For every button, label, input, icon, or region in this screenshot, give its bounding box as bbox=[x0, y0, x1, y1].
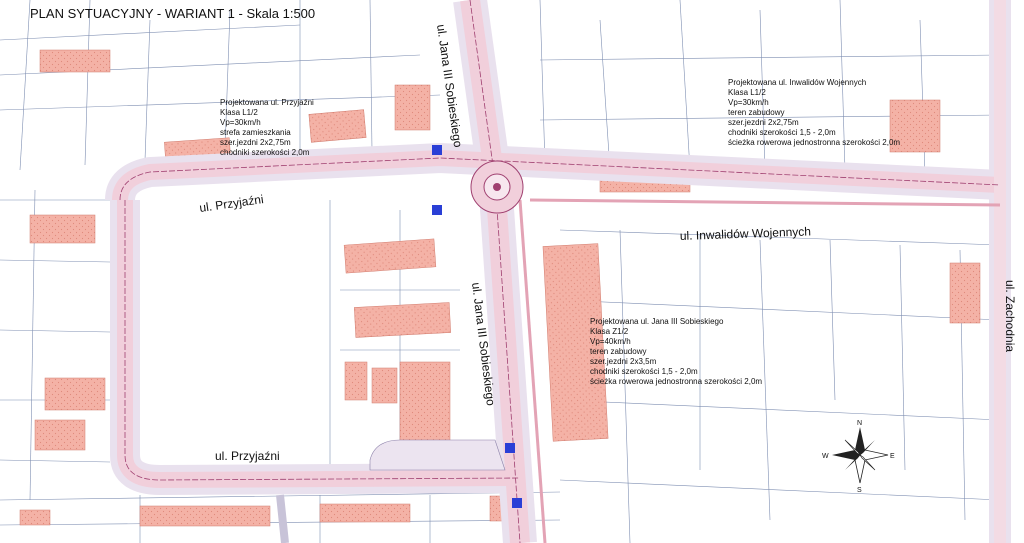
street-label-przyjazni-lower: ul. Przyjaźni bbox=[215, 449, 280, 463]
note-line: Klasa L1/2 bbox=[220, 108, 258, 117]
note-line: Vp=30km/h bbox=[220, 118, 261, 127]
note-line: ścieżka rowerowa jednostronna szerokości… bbox=[728, 138, 900, 147]
road-sign bbox=[432, 205, 442, 215]
note-line: Klasa Z1/2 bbox=[590, 327, 629, 336]
note-line: teren zabudowy bbox=[590, 347, 646, 356]
street-label-przyjazni-upper: ul. Przyjaźni bbox=[198, 192, 264, 215]
note-line: szer.jezdni 2x2,75m bbox=[220, 138, 291, 147]
street-label-zachodnia: ul. Zachodnia bbox=[1003, 280, 1017, 352]
note-line: chodniki szerokości 1,5 - 2,0m bbox=[728, 128, 836, 137]
road-sign bbox=[505, 443, 515, 453]
note-line: Projektowana ul. Przyjaźni bbox=[220, 98, 314, 107]
compass-n: N bbox=[857, 420, 862, 427]
note-line: chodniki szerokości 1,5 - 2,0m bbox=[590, 367, 698, 376]
compass-w: W bbox=[822, 453, 829, 460]
note-line: szer.jezdni 2x3,5m bbox=[590, 357, 657, 366]
plan-title: PLAN SYTUACYJNY - WARIANT 1 - Skala 1:50… bbox=[30, 6, 315, 21]
compass-rose-icon: N E S W bbox=[822, 420, 895, 494]
road-sign bbox=[432, 145, 442, 155]
road-sign bbox=[512, 498, 522, 508]
note-line: strefa zamieszkania bbox=[220, 128, 291, 137]
site-plan-map: PLAN SYTUACYJNY - WARIANT 1 - Skala 1:50… bbox=[0, 0, 1017, 543]
street-label-inwalidow: ul. Inwalidów Wojennych bbox=[680, 224, 812, 243]
note-line: Klasa L1/2 bbox=[728, 88, 766, 97]
compass-e: E bbox=[890, 453, 895, 460]
note-line: Vp=30km/h bbox=[728, 98, 769, 107]
compass-s: S bbox=[857, 487, 862, 494]
note-line: ścieżka rowerowa jednostronna szerokości… bbox=[590, 377, 762, 386]
note-line: Projektowana ul. Jana III Sobieskiego bbox=[590, 317, 724, 326]
note-line: szer.jezdni 2x2,75m bbox=[728, 118, 799, 127]
note-line: Vp=40km/h bbox=[590, 337, 631, 346]
note-line: teren zabudowy bbox=[728, 108, 784, 117]
note-sobieskiego: Projektowana ul. Jana III Sobieskiego Kl… bbox=[590, 317, 762, 386]
note-line: chodniki szerokości 2,0m bbox=[220, 148, 310, 157]
note-line: Projektowana ul. Inwalidów Wojennych bbox=[728, 78, 866, 87]
roundabout bbox=[470, 160, 524, 214]
note-inwalidow: Projektowana ul. Inwalidów Wojennych Kla… bbox=[728, 78, 900, 147]
